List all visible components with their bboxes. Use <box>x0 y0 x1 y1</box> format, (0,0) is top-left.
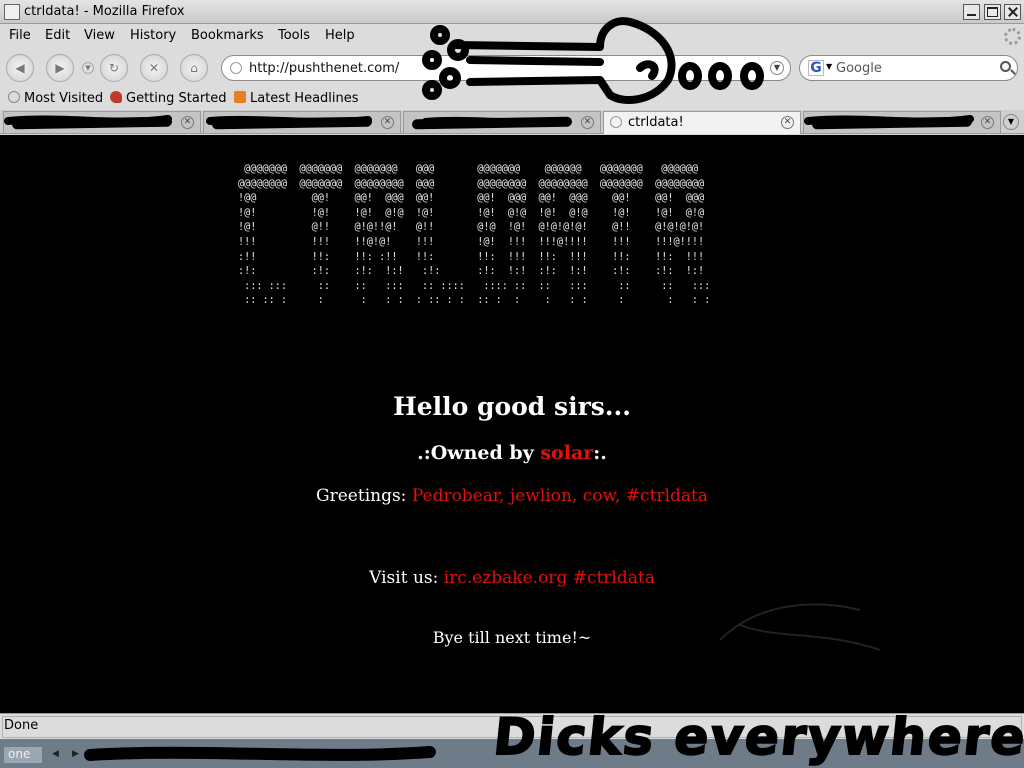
bookmark-getting-started[interactable]: Getting Started <box>110 91 227 106</box>
owned-suffix: :. <box>593 442 607 464</box>
desktop-prev-icon[interactable]: ◀ <box>52 749 59 759</box>
tab-strip: ✕ ✕ ✕ ctrldata! ✕ ✕ ▼ <box>0 110 1024 134</box>
irc-link[interactable]: irc.ezbake.org #ctrldata <box>444 568 655 588</box>
window-menu-icon[interactable] <box>4 4 20 20</box>
close-tab-icon[interactable]: ✕ <box>381 116 394 129</box>
tab-5[interactable]: ✕ <box>803 111 1001 133</box>
close-tab-icon[interactable]: ✕ <box>581 116 594 129</box>
visit-label: Visit us: <box>369 568 444 588</box>
ascii-art-banner: @@@@@@@ @@@@@@@ @@@@@@@ @@@ @@@@@@@ @@@@… <box>238 164 711 307</box>
owned-prefix: .:Owned by <box>417 442 541 464</box>
status-bar: Done <box>0 713 1024 739</box>
minimize-button[interactable] <box>963 4 980 20</box>
redaction-scribble <box>411 116 573 130</box>
reload-button[interactable]: ↻ <box>100 54 128 82</box>
redaction-scribble <box>811 116 973 130</box>
url-bar[interactable]: http://pushthenet.com/ ▼ <box>221 55 791 81</box>
menu-help[interactable]: Help <box>325 28 355 43</box>
bye-text: Bye till next time!~ <box>432 628 592 647</box>
search-icon[interactable] <box>1000 61 1011 72</box>
menu-file[interactable]: File <box>9 28 31 43</box>
tab-3[interactable]: ✕ <box>403 111 601 133</box>
menu-tools[interactable]: Tools <box>278 28 310 43</box>
close-tab-icon[interactable]: ✕ <box>981 116 994 129</box>
bookmark-label: Most Visited <box>24 91 104 106</box>
hello-heading: Hello good sirs... <box>393 392 631 421</box>
maximize-button[interactable] <box>984 4 1001 20</box>
tab-list-dropdown-icon[interactable]: ▼ <box>1003 114 1019 130</box>
close-window-button[interactable] <box>1004 4 1021 20</box>
rss-icon <box>234 91 246 103</box>
forward-button[interactable]: ▶ <box>46 54 74 82</box>
menu-history[interactable]: History <box>130 28 176 43</box>
redaction-scribble <box>211 116 373 130</box>
desktop-switcher[interactable]: one <box>4 747 42 763</box>
menu-bar: File Edit View History Bookmarks Tools H… <box>0 24 1024 48</box>
greetings-label: Greetings: <box>316 486 412 506</box>
tab-1[interactable]: ✕ <box>3 111 201 133</box>
google-icon[interactable]: G <box>808 60 824 76</box>
page-content: @@@@@@@ @@@@@@@ @@@@@@@ @@@ @@@@@@@ @@@@… <box>0 135 1024 713</box>
site-identity-icon[interactable] <box>230 62 242 74</box>
window-title: ctrldata! - Mozilla Firefox <box>24 4 185 19</box>
history-dropdown-button[interactable]: ▼ <box>82 62 94 74</box>
bookmark-latest-headlines[interactable]: Latest Headlines <box>234 91 359 106</box>
tab-favicon-icon <box>610 116 622 128</box>
status-panel <box>2 716 1022 738</box>
back-button[interactable]: ◀ <box>6 54 34 82</box>
bookmark-most-visited[interactable]: Most Visited <box>8 91 103 106</box>
redaction-scribble <box>11 116 173 130</box>
close-tab-icon[interactable]: ✕ <box>181 116 194 129</box>
stop-button[interactable]: ✕ <box>140 54 168 82</box>
bookmarks-toolbar: Most Visited Getting Started Latest Head… <box>0 88 1024 110</box>
close-tab-icon[interactable]: ✕ <box>781 116 794 129</box>
greetings-line: Greetings: Pedrobear, jewlion, cow, #ctr… <box>0 486 1024 506</box>
status-text: Done <box>4 718 39 733</box>
menu-bookmarks[interactable]: Bookmarks <box>191 28 264 43</box>
search-bar[interactable]: G ▼ Google <box>799 55 1018 81</box>
bookmark-label: Getting Started <box>126 91 227 106</box>
url-text[interactable]: http://pushthenet.com/ <box>249 61 399 76</box>
bookmark-label: Latest Headlines <box>250 91 359 106</box>
activity-throbber-icon <box>1004 28 1021 45</box>
owner-name: solar <box>540 442 594 464</box>
engine-dropdown-icon[interactable]: ▼ <box>826 62 832 71</box>
search-placeholder[interactable]: Google <box>836 61 882 76</box>
menu-edit[interactable]: Edit <box>45 28 70 43</box>
desktop-next-icon[interactable]: ▶ <box>72 749 79 759</box>
greetings-names: Pedrobear, jewlion, cow, #ctrldata <box>411 486 708 506</box>
desktop-taskbar: one ◀ ▶ <box>0 739 1024 768</box>
tab-ctrldata-active[interactable]: ctrldata! ✕ <box>603 111 801 134</box>
url-dropdown-icon[interactable]: ▼ <box>770 61 784 75</box>
owned-by-line: .:Owned by solar:. <box>0 442 1024 464</box>
home-button[interactable]: ⌂ <box>180 54 208 82</box>
firefox-icon <box>110 91 122 103</box>
bookmark-icon <box>8 91 20 103</box>
menu-view[interactable]: View <box>84 28 115 43</box>
visit-line: Visit us: irc.ezbake.org #ctrldata <box>0 568 1024 588</box>
tab-label: ctrldata! <box>628 115 684 130</box>
tab-2[interactable]: ✕ <box>203 111 401 133</box>
title-bar: ctrldata! - Mozilla Firefox <box>0 0 1024 24</box>
